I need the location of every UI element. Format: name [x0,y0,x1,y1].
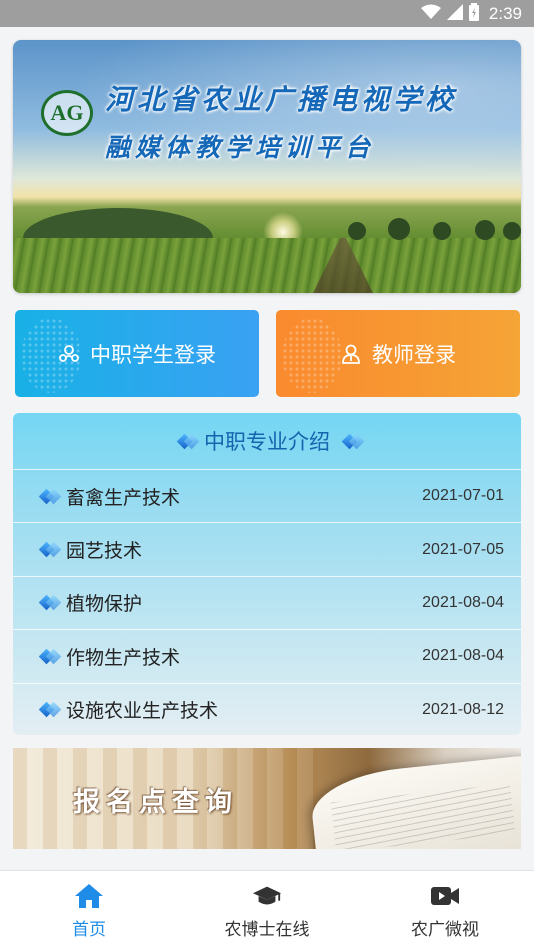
major-name: 设施农业生产技术 [66,700,219,723]
tree-icon [388,218,410,240]
tab-expert-online[interactable]: 农博士在线 [178,871,356,950]
diamond-icon [341,433,358,449]
hero-subtitle: 融媒体教学培训平台 [105,133,376,162]
diamond-icon [176,433,193,449]
major-item[interactable]: 畜禽生产技术 2021-07-01 [13,469,521,522]
status-bar: 2:39 [0,0,534,27]
major-item[interactable]: 园艺技术 2021-07-05 [13,522,521,575]
graduation-cap-icon [252,882,282,910]
major-date: 2021-08-04 [422,647,504,665]
signal-icon [446,3,463,24]
diamond-icon [38,701,55,718]
tab-home[interactable]: 首页 [0,871,178,950]
tab-micro-video-label: 农广微视 [411,919,479,940]
registration-query-title: 报名点查询 [73,787,238,818]
home-icon [74,882,104,910]
tab-micro-video[interactable]: 农广微视 [356,871,534,950]
major-date: 2021-07-01 [422,487,504,505]
teacher-login-button[interactable]: 教师登录 [276,310,520,397]
major-item[interactable]: 作物生产技术 2021-08-04 [13,629,521,682]
diamond-icon [38,488,55,504]
diamond-icon [38,541,55,558]
tree-icon [433,222,451,240]
button-decoration [282,318,342,393]
student-login-label: 中职学生登录 [90,342,216,367]
major-item[interactable]: 植物保护 2021-08-04 [13,575,521,629]
major-date: 2021-07-05 [422,540,504,558]
wifi-icon [420,4,441,24]
status-time: 2:39 [488,3,522,23]
teacher-icon [340,343,362,365]
school-logo: AG [41,90,93,136]
student-icon [58,343,80,365]
hero-field [13,238,521,293]
diamond-icon [38,648,55,665]
major-name: 植物保护 [66,593,143,616]
majors-header: 中职专业介绍 [13,413,521,469]
tree-icon [503,222,521,240]
major-name: 畜禽生产技术 [66,486,181,509]
teacher-login-label: 教师登录 [372,342,456,367]
battery-icon [468,2,479,25]
tree-icon [348,222,366,240]
major-date: 2021-08-04 [422,593,504,611]
hero-banner: AG 河北省农业广播电视学校 融媒体教学培训平台 [13,40,521,293]
tab-expert-online-label: 农博士在线 [224,919,310,940]
major-name: 作物生产技术 [66,646,181,669]
major-name: 园艺技术 [66,540,143,563]
tab-home-label: 首页 [72,919,106,940]
hero-hill [23,208,213,238]
hero-title: 河北省农业广播电视学校 [105,83,458,116]
registration-query-banner[interactable]: 报名点查询 [13,748,521,849]
majors-title: 中职专业介绍 [204,430,330,454]
majors-panel: 中职专业介绍 畜禽生产技术 2021-07-01 园艺技术 2021-07-05… [13,413,521,735]
diamond-icon [38,595,55,611]
student-login-button[interactable]: 中职学生登录 [15,310,259,397]
bottom-tab-bar: 首页 农博士在线 农广微视 [0,870,534,950]
major-item[interactable]: 设施农业生产技术 2021-08-12 [13,682,521,735]
video-camera-icon [430,882,460,910]
tree-icon [475,220,495,240]
major-date: 2021-08-12 [422,700,504,718]
